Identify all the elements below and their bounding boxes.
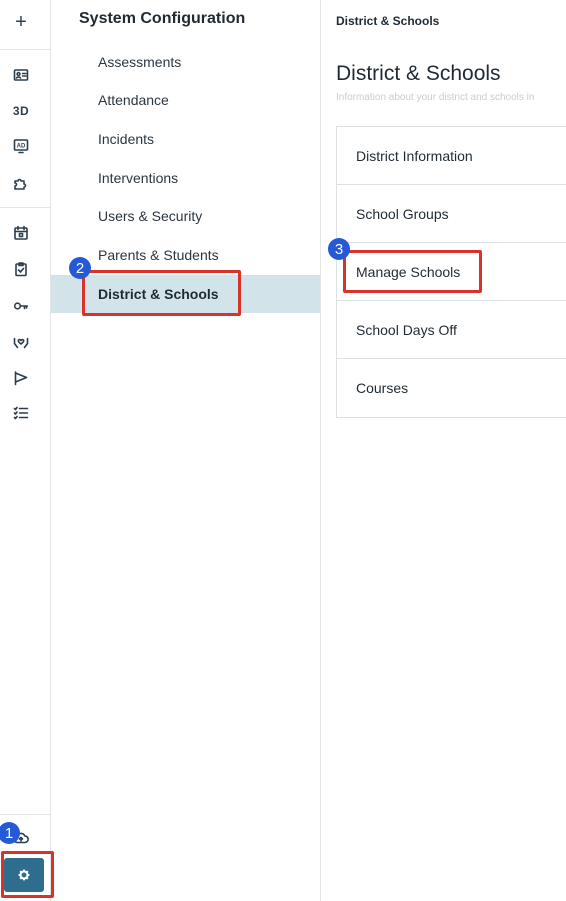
key-icon[interactable] xyxy=(11,296,31,316)
breadcrumb: District & Schools xyxy=(336,14,440,28)
flag-icon[interactable] xyxy=(11,368,31,388)
sidebar-title: System Configuration xyxy=(79,10,246,27)
calendar-icon[interactable] xyxy=(11,223,31,243)
clipboard-check-icon[interactable] xyxy=(11,259,31,279)
ad-monitor-label: AD xyxy=(17,144,26,150)
sidebar-item-incidents[interactable]: Incidents xyxy=(98,131,154,147)
page-subtitle: Information about your district and scho… xyxy=(336,92,535,103)
id-card-icon[interactable] xyxy=(11,65,31,85)
list-item-courses[interactable]: Courses xyxy=(337,359,566,417)
list-item-district-information[interactable]: District Information xyxy=(337,127,566,185)
sidebar-item-assessments[interactable]: Assessments xyxy=(98,54,181,70)
sidebar-item-parents-students[interactable]: Parents & Students xyxy=(98,247,219,263)
puzzle-icon[interactable] xyxy=(11,173,31,193)
sidebar-item-interventions[interactable]: Interventions xyxy=(98,170,178,186)
ad-monitor-icon[interactable]: AD xyxy=(11,136,31,156)
rail-divider xyxy=(0,207,50,208)
highlight-box-1 xyxy=(1,851,54,898)
step-badge-2: 2 xyxy=(69,257,91,279)
checklist-icon[interactable] xyxy=(11,403,31,423)
plus-icon[interactable]: + xyxy=(11,11,31,33)
sidebar-item-attendance[interactable]: Attendance xyxy=(98,92,169,108)
rail-divider xyxy=(0,49,50,50)
config-sidebar: System Configuration Assessments Attenda… xyxy=(51,0,321,901)
3d-icon[interactable]: 3D xyxy=(11,101,31,121)
sidebar-item-users-security[interactable]: Users & Security xyxy=(98,208,202,224)
rail-divider xyxy=(0,814,50,815)
list-item-school-days-off[interactable]: School Days Off xyxy=(337,301,566,359)
highlight-box-3 xyxy=(343,250,482,293)
hands-heart-icon[interactable] xyxy=(11,332,31,352)
list-item-school-groups[interactable]: School Groups xyxy=(337,185,566,243)
page-title: District & Schools xyxy=(336,62,501,85)
icon-rail: + 3D AD xyxy=(0,0,51,901)
highlight-box-2 xyxy=(82,270,241,316)
step-badge-3: 3 xyxy=(328,238,350,260)
